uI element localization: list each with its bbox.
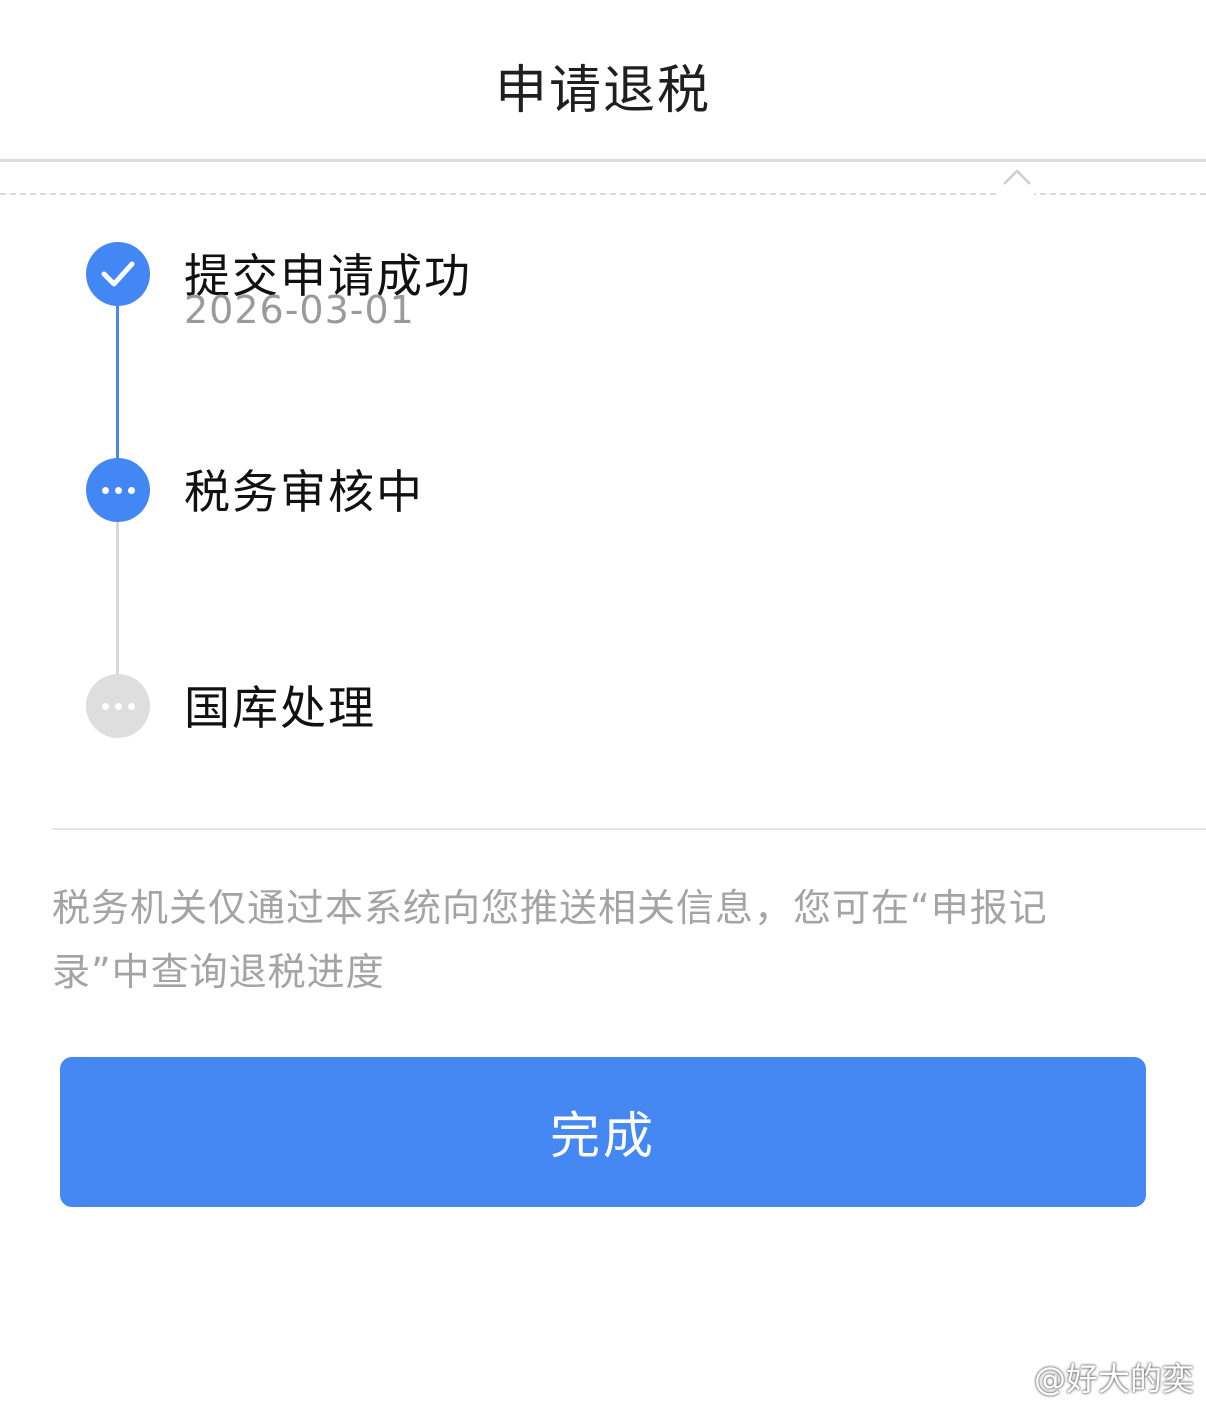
timeline-connector-pending <box>116 518 119 678</box>
step-in-progress-marker <box>86 458 150 522</box>
step-title-treasury: 国库处理 <box>184 681 376 735</box>
check-icon <box>101 261 135 287</box>
step-done-marker <box>86 242 150 306</box>
refund-status-page: 申请退税 提交申请成功 2026-03-01 税务审核中 国库处理 税务机关仅通… <box>0 0 1206 1405</box>
step-pending-marker <box>86 674 150 738</box>
done-button[interactable]: 完成 <box>60 1057 1146 1207</box>
step-title-reviewing: 税务审核中 <box>184 465 424 519</box>
watermark: @好大的奕 <box>984 1354 1194 1400</box>
more-dots-icon <box>101 486 135 494</box>
chevron-up-icon[interactable] <box>1000 164 1034 198</box>
more-dots-icon <box>101 702 135 710</box>
watermark-text: @好大的奕 <box>1033 1360 1194 1398</box>
header-divider <box>0 159 1206 162</box>
weibo-logo-icon <box>984 1360 1028 1394</box>
page-title: 申请退税 <box>494 60 711 121</box>
notice-text: 税务机关仅通过本系统向您推送相关信息，您可在“申报记录”中查询退税进度 <box>52 886 1048 994</box>
section-divider <box>52 828 1206 830</box>
step-date-submitted: 2026-03-01 <box>184 288 415 332</box>
nav-header: 申请退税 <box>0 0 1206 160</box>
timeline-connector-done <box>116 302 119 462</box>
